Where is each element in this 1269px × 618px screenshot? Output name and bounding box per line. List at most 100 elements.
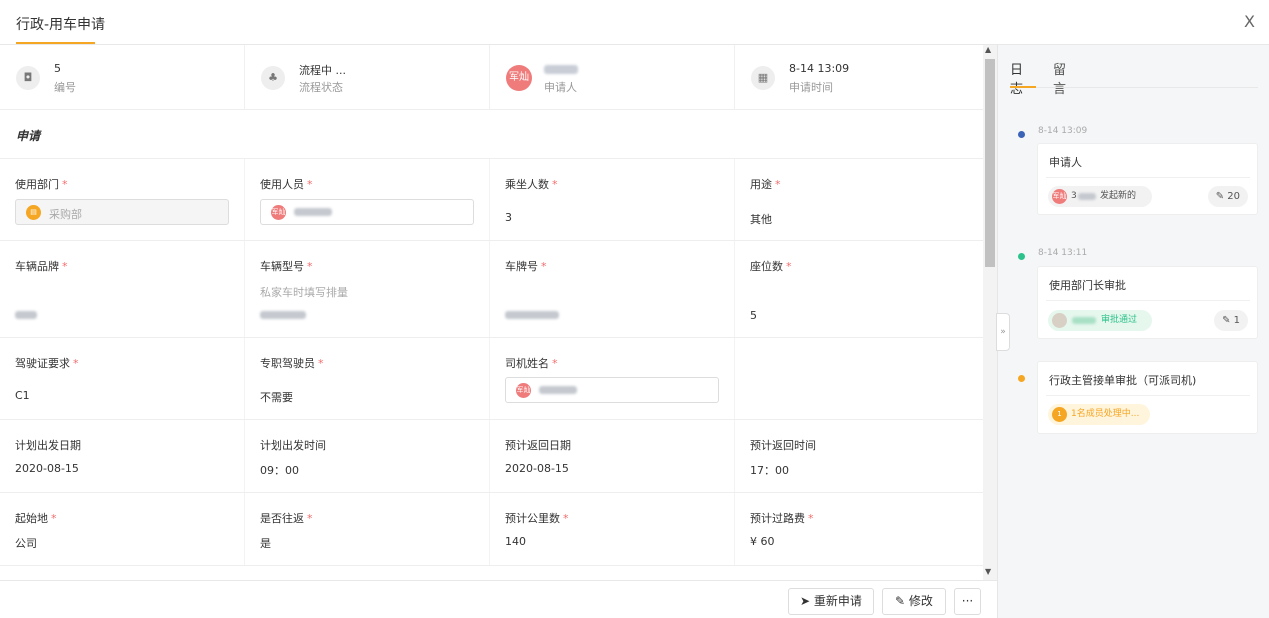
field-label: 计划出发时间	[260, 439, 326, 452]
info-time-label: 申请时间	[789, 81, 833, 94]
field-return-time: 预计返回时间 17：00	[735, 420, 980, 492]
info-applicant-label: 申请人	[544, 81, 577, 94]
vertical-scrollbar[interactable]: ▲ ▼	[983, 45, 997, 580]
department-icon: ▤	[26, 205, 41, 220]
document-icon: ◘	[16, 66, 40, 90]
edit-count: ✎ 20	[1207, 186, 1248, 207]
origin-value: 公司	[15, 537, 37, 550]
edit-button[interactable]: ✎ 修改	[882, 588, 946, 615]
timeline-card-applicant: 申请人 军灿 3 发起新的 ✎ 20	[1037, 143, 1258, 215]
toll-value: ¥ 60	[750, 535, 775, 548]
seats-value: 5	[750, 309, 757, 322]
user-input[interactable]: 军灿	[260, 199, 474, 225]
field-label: 使用部门 *	[15, 178, 68, 191]
field-driver-needed: 专职驾驶员 * 不需要	[245, 338, 490, 419]
field-label: 乘坐人数 *	[505, 178, 558, 191]
info-applicant: 军灿 申请人	[490, 45, 735, 110]
scroll-thumb[interactable]	[985, 59, 995, 267]
form-row: 车辆品牌 * 车辆型号 * 私家车时填写排量 车牌号 * 座位数 * 5	[0, 240, 983, 337]
applicant-name	[544, 62, 578, 75]
field-label: 预计返回日期	[505, 439, 571, 452]
field-label: 预计公里数 *	[505, 512, 569, 525]
field-brand: 车辆品牌 *	[0, 241, 245, 337]
footer-actions: ➤ 重新申请 ✎ 修改 ···	[0, 580, 997, 618]
more-button[interactable]: ···	[954, 588, 981, 615]
field-toll: 预计过路费 * ¥ 60	[735, 493, 980, 565]
field-plate: 车牌号 *	[490, 241, 735, 337]
field-label: 预计过路费 *	[750, 512, 814, 525]
field-label: 是否往返 *	[260, 512, 313, 525]
pending-pill[interactable]: 1 1名成员处理中...	[1048, 404, 1150, 425]
tab-log[interactable]: 日志	[1010, 59, 1023, 97]
field-label: 座位数 *	[750, 260, 792, 273]
active-tab-indicator	[1010, 86, 1036, 88]
info-status: ♣ 流程中 ... 流程状态	[245, 45, 490, 110]
card-title: 使用部门长审批	[1049, 279, 1126, 292]
depart-time-value: 09：00	[260, 464, 299, 477]
flow-icon: ♣	[261, 66, 285, 90]
dept-value: 采购部	[49, 208, 82, 221]
field-label: 驾驶证要求 *	[15, 357, 79, 370]
card-title: 行政主管接单审批（可派司机)	[1049, 374, 1197, 387]
initiator-pill[interactable]: 军灿 3 发起新的	[1048, 186, 1152, 207]
wrench-icon: ✎	[1215, 191, 1228, 202]
info-number-label: 编号	[54, 81, 76, 94]
initiator-avatar: 军灿	[1052, 189, 1067, 204]
return-date-value: 2020-08-15	[505, 462, 569, 475]
field-label: 司机姓名 *	[505, 357, 558, 370]
info-number-value: 5	[54, 62, 61, 75]
collapse-panel-icon[interactable]: »	[996, 313, 1010, 351]
field-label: 计划出发日期	[15, 439, 81, 452]
purpose-value: 其他	[750, 213, 772, 226]
approval-pill[interactable]: 审批通过	[1048, 310, 1152, 331]
plate-value	[505, 309, 559, 322]
field-depart-date: 计划出发日期 2020-08-15	[0, 420, 245, 492]
model-hint: 私家车时填写排量	[260, 286, 348, 299]
field-license: 驾驶证要求 * C1	[0, 338, 245, 419]
field-label: 起始地 *	[15, 512, 57, 525]
edit-count: ✎ 1	[1214, 310, 1248, 331]
tab-comments[interactable]: 留言	[1053, 59, 1066, 97]
license-value: C1	[15, 389, 30, 402]
card-title: 申请人	[1049, 156, 1082, 169]
driver-avatar: 军灿	[516, 383, 531, 398]
calendar-icon: ▦	[751, 66, 775, 90]
return-time-value: 17：00	[750, 464, 789, 477]
dialog-header: 行政-用车申请 X	[0, 0, 1269, 45]
model-value	[260, 309, 306, 322]
pending-text: 1名成员处理中...	[1071, 409, 1140, 419]
empty-cell	[735, 338, 980, 419]
timeline-dot	[1018, 253, 1025, 260]
side-panel: 日志 留言 8-14 13:09 申请人 军灿 3 发起新的 ✎ 20 8-14…	[997, 45, 1269, 618]
driver-input[interactable]: 军灿	[505, 377, 719, 403]
driver-name	[539, 384, 577, 397]
reapply-button[interactable]: ➤ 重新申请	[788, 588, 874, 615]
initiator-name	[1078, 193, 1096, 200]
info-status-value: 流程中 ...	[299, 64, 346, 77]
brand-value	[15, 309, 37, 322]
form-main: ◘ 5 编号 ♣ 流程中 ... 流程状态 军灿 申请人 ▦ 8-14 13:0…	[0, 45, 983, 618]
approver-avatar	[1052, 313, 1067, 328]
field-depart-time: 计划出发时间 09：00	[245, 420, 490, 492]
scroll-up-icon[interactable]: ▲	[985, 45, 991, 54]
form-row: 计划出发日期 2020-08-15 计划出发时间 09：00 预计返回日期 20…	[0, 419, 983, 492]
info-number: ◘ 5 编号	[0, 45, 245, 110]
form-row: 使用部门 * ▤ 采购部 使用人员 * 军灿 乘坐人数 * 3 用途 * 其他	[0, 158, 983, 240]
passengers-value: 3	[505, 211, 512, 224]
scroll-down-icon[interactable]: ▼	[985, 567, 991, 576]
info-row: ◘ 5 编号 ♣ 流程中 ... 流程状态 军灿 申请人 ▦ 8-14 13:0…	[0, 45, 983, 110]
form-row: 驾驶证要求 * C1 专职驾驶员 * 不需要 司机姓名 * 军灿	[0, 337, 983, 419]
timeline-card-dept-approval: 使用部门长审批 审批通过 ✎ 1	[1037, 266, 1258, 339]
close-icon[interactable]: X	[1244, 12, 1255, 31]
distance-value: 140	[505, 535, 526, 548]
initiator-prefix: 3	[1071, 191, 1077, 201]
approver-name	[1072, 317, 1096, 324]
field-user: 使用人员 * 军灿	[245, 159, 490, 240]
field-label: 使用人员 *	[260, 178, 313, 191]
timeline-card-admin-approval: 行政主管接单审批（可派司机) 1 1名成员处理中...	[1037, 361, 1258, 434]
title-underline	[16, 42, 95, 44]
card-separator	[1046, 395, 1250, 396]
dept-input[interactable]: ▤ 采购部	[15, 199, 229, 225]
send-icon: ➤	[800, 594, 814, 608]
field-return-date: 预计返回日期 2020-08-15	[490, 420, 735, 492]
